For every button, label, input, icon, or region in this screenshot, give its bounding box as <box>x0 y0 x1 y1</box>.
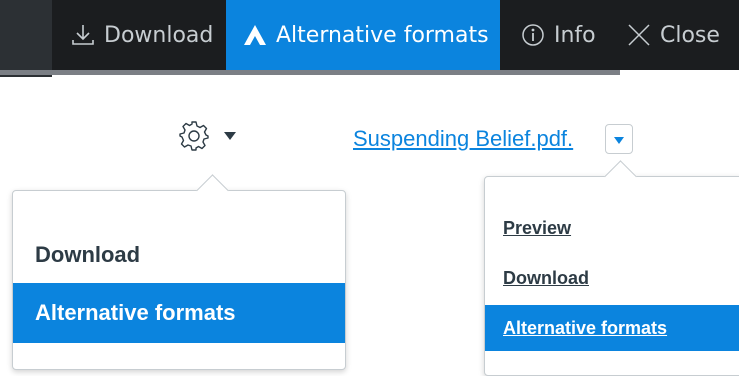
menu-item-label: Preview <box>503 217 572 238</box>
toolbar-download-button[interactable]: Download <box>70 0 213 70</box>
menu-item-download[interactable]: Download <box>485 255 739 301</box>
toolbar-info-label: Info <box>554 22 596 48</box>
close-icon <box>626 22 652 48</box>
toolbar-edge <box>0 0 52 77</box>
toolbar-alternative-formats-button[interactable]: Alternative formats <box>226 0 500 70</box>
menu-item-label: Download <box>503 267 589 288</box>
toolbar-info-button[interactable]: Info <box>520 0 596 70</box>
alternative-formats-icon <box>242 22 268 48</box>
settings-menu-trigger[interactable] <box>178 120 236 152</box>
toolbar-close-button[interactable]: Close <box>626 0 720 70</box>
toolbar-download-label: Download <box>104 22 214 48</box>
file-name-link[interactable]: Suspending Belief.pdf. <box>353 126 573 152</box>
viewer-toolbar: Download Alternative formats Info Close <box>0 0 739 77</box>
toolbar-close-label: Close <box>660 22 720 48</box>
settings-popup-menu: Download Alternative formats <box>12 174 346 370</box>
file-menu-button[interactable] <box>605 124 633 154</box>
menu-item-preview[interactable]: Preview <box>485 205 739 251</box>
popup-arrow <box>604 160 637 193</box>
download-icon <box>70 22 96 48</box>
caret-down-icon <box>224 132 236 140</box>
gear-icon <box>178 120 210 152</box>
file-popup-menu: Preview Download Alternative formats <box>484 160 739 376</box>
menu-item-label: Download <box>35 242 141 267</box>
menu-item-label: Alternative formats <box>503 317 668 338</box>
menu-item-label: Alternative formats <box>35 300 236 325</box>
info-icon <box>520 22 546 48</box>
toolbar-underline <box>0 70 620 75</box>
popup-arrow <box>196 174 229 207</box>
menu-item-alternative-formats[interactable]: Alternative formats <box>13 283 345 343</box>
menu-item-download[interactable]: Download <box>13 225 345 285</box>
caret-down-icon <box>614 137 624 144</box>
menu-item-alternative-formats[interactable]: Alternative formats <box>485 305 739 351</box>
toolbar-alternative-formats-label: Alternative formats <box>276 22 489 48</box>
